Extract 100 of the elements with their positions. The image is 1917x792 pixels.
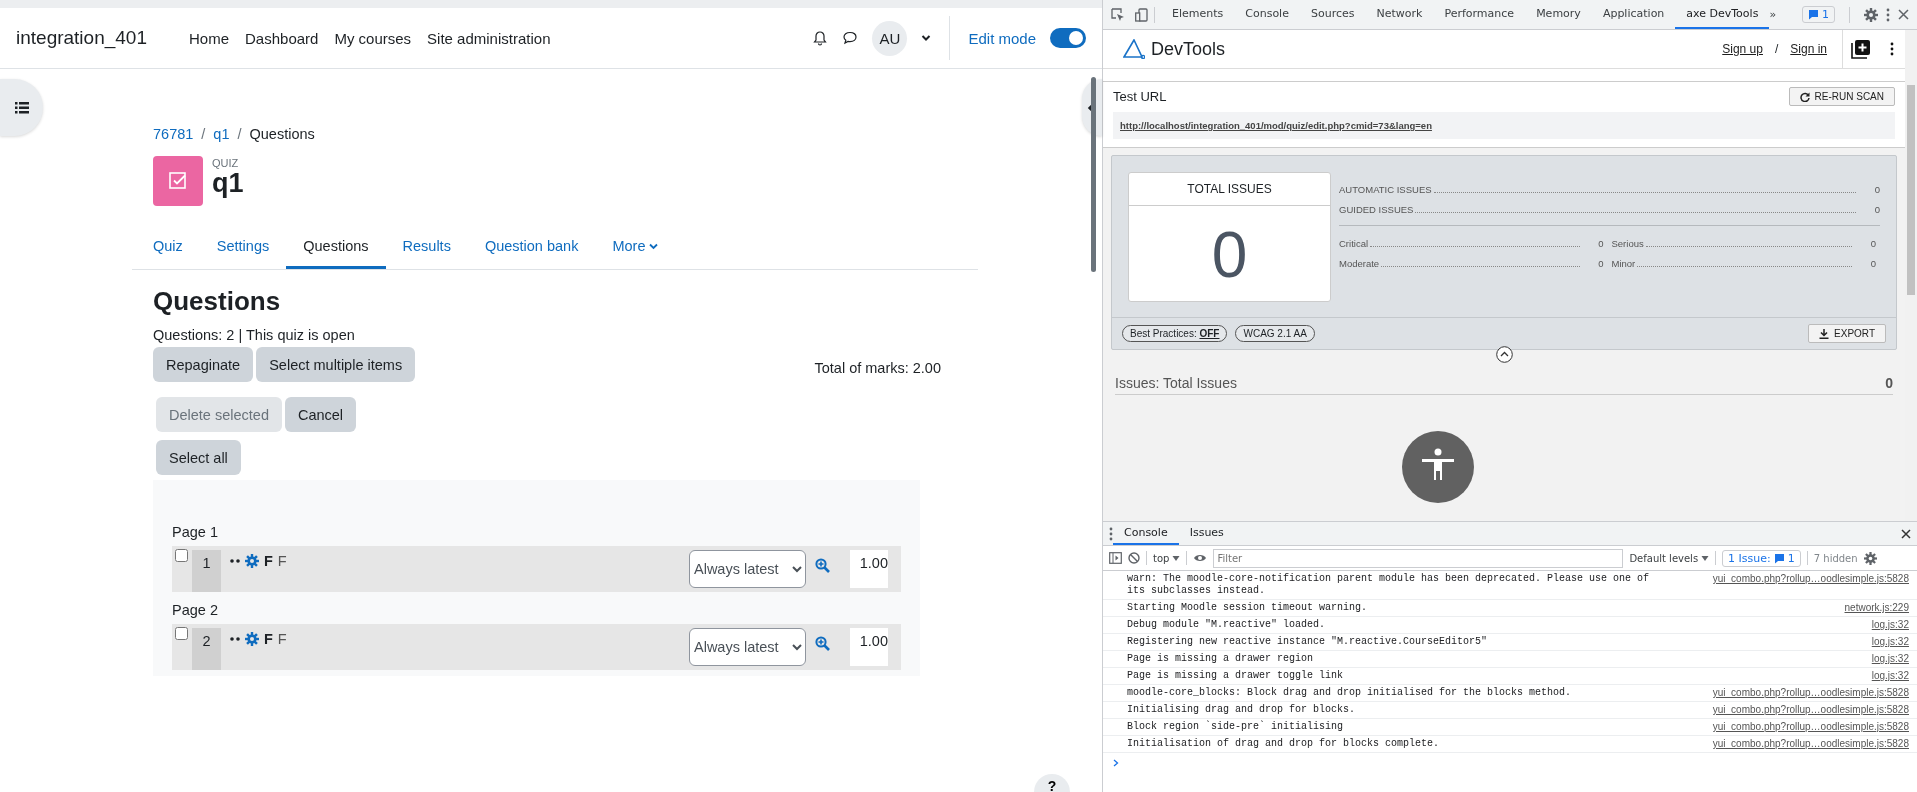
scrollbar-thumb[interactable] [1907,85,1915,295]
device-icon[interactable] [1135,7,1148,22]
clear-console-icon[interactable] [1128,552,1140,564]
total-marks: Total of marks: 2.00 [814,359,941,376]
devtools-tab[interactable]: Performance [1433,0,1526,29]
close-icon[interactable] [1901,528,1911,539]
more-tabs-button[interactable]: » [1769,8,1777,21]
nav-tab[interactable]: Questions [286,228,386,269]
test-url[interactable]: http://localhost/integration_401/mod/quiz/edit.php?cmid=73&lang=en [1113,112,1895,139]
close-icon[interactable] [1898,9,1909,20]
drawer-tab[interactable]: Issues [1178,522,1235,545]
stat-value: 0 [1869,238,1876,249]
dropdown-triangle-icon [1701,554,1710,562]
gear-icon[interactable] [245,554,259,568]
edit-mode-toggle[interactable] [1050,28,1086,48]
inspect-icon[interactable] [1111,7,1125,22]
select-all-button[interactable]: Select all [156,440,241,475]
console-message: Initialising drag and drop for blocks. [1127,704,1357,716]
version-select[interactable]: Always latest [689,550,806,588]
more-options-icon[interactable] [1890,42,1894,56]
nav-tab[interactable]: Settings [199,228,287,269]
source-link[interactable]: log.js:32 [1871,636,1909,648]
chat-bubble-icon[interactable] [842,30,859,46]
nav-tab[interactable]: Quiz [136,228,200,269]
scrollbar-thumb[interactable] [1091,77,1096,272]
site-name[interactable]: integration_401 [16,27,147,49]
source-link[interactable]: yui_combo.php?rollup…oodlesimple.js:5828 [1712,687,1909,699]
toggle-value[interactable]: OFF [1199,328,1220,339]
source-link[interactable]: log.js:32 [1871,670,1909,682]
gear-icon[interactable] [245,632,259,646]
source-link[interactable]: log.js:32 [1871,653,1909,665]
stat-value: 0 [1597,238,1604,249]
toolbar-button[interactable]: Select multiple items [256,347,416,382]
question-text: F [277,553,287,569]
stat-value: 0 [1597,258,1604,269]
breadcrumb-separator: / [237,126,242,142]
nav-tab[interactable]: Results [385,228,468,269]
help-button[interactable]: ? [1034,774,1070,792]
best-practices-toggle[interactable]: Best Practices: OFF [1122,325,1228,342]
bulk-action-button[interactable]: Cancel [284,397,357,432]
breadcrumb-link[interactable]: q1 [213,126,230,142]
devtools-tab[interactable]: Memory [1525,0,1592,29]
standard-tag[interactable]: WCAG 2.1 AA [1235,325,1315,342]
question-checkbox[interactable] [175,627,188,640]
source-link[interactable]: yui_combo.php?rollup…oodlesimple.js:5828 [1712,573,1909,597]
mark-field[interactable]: 1.00 [850,628,888,666]
stat-value: 0 [1873,204,1880,215]
drawer-toggle-button[interactable] [0,79,43,136]
sidebar-toggle-icon[interactable] [1109,552,1122,564]
issues-badge[interactable]: 1 [1802,6,1835,23]
filter-field[interactable]: Filter [1213,548,1624,568]
devtools-tab[interactable]: Console [1234,0,1300,29]
devtools-tab[interactable]: Network [1365,0,1434,29]
source-link[interactable]: network.js:229 [1844,602,1909,614]
nav-link[interactable]: Dashboard [237,29,327,47]
question-name[interactable]: F [264,631,273,647]
user-avatar[interactable]: AU [872,20,908,56]
rerun-scan-button[interactable]: RE-RUN SCAN [1788,87,1895,106]
collapse-up-icon[interactable] [1495,346,1513,363]
source-link[interactable]: yui_combo.php?rollup…oodlesimple.js:5828 [1712,738,1909,750]
devtools-tab[interactable]: Application [1591,0,1676,29]
context-select[interactable]: top [1153,552,1181,564]
source-link[interactable]: yui_combo.php?rollup…oodlesimple.js:5828 [1712,704,1909,716]
settings-icon[interactable] [1863,551,1877,565]
bell-icon[interactable] [812,30,829,46]
devtools-tab[interactable]: Sources [1299,0,1366,29]
account-link[interactable]: Sign in [1790,42,1827,56]
issues-counter-label: 1 Issue: [1728,551,1771,565]
eye-icon[interactable] [1193,553,1208,563]
message-icon [1773,552,1785,564]
breadcrumb-link[interactable]: 76781 [153,126,194,142]
nav-tab[interactable]: Question bank [467,228,596,269]
zoom-in-icon[interactable] [815,558,830,573]
log-levels-select[interactable]: Default levels [1629,552,1710,564]
toolbar-button[interactable]: Repaginate [153,347,254,382]
question-name[interactable]: F [264,553,273,569]
source-link[interactable]: yui_combo.php?rollup…oodlesimple.js:5828 [1712,721,1909,733]
nav-link[interactable]: Home [181,29,237,47]
nav-link[interactable]: My courses [326,29,420,47]
prompt-chevron-icon[interactable] [1113,759,1119,767]
nav-link[interactable]: Site administration [419,29,559,47]
source-link[interactable]: log.js:32 [1871,619,1909,631]
drag-handle-icon[interactable] [230,559,240,563]
question-number: 1 [192,550,221,592]
issues-counter[interactable]: 1 Issue: 1 [1722,549,1801,567]
accessibility-figure-icon [1402,431,1474,503]
activity-title: q1 [212,169,244,199]
message-icon [1808,9,1819,20]
settings-icon[interactable] [1864,7,1878,22]
mark-field[interactable]: 1.00 [850,550,888,588]
caret-icon[interactable] [921,34,932,42]
account-link[interactable]: Sign up [1722,42,1763,56]
devtools-tab[interactable]: Elements [1161,0,1235,29]
drawer-tab[interactable]: Console [1113,522,1179,545]
nav-tab[interactable]: More [595,228,676,269]
question-checkbox[interactable] [175,549,188,562]
drag-handle-icon[interactable] [230,637,240,641]
export-button[interactable]: EXPORT [1808,324,1886,343]
version-select[interactable]: Always latest [689,628,806,666]
zoom-in-icon[interactable] [815,636,830,651]
